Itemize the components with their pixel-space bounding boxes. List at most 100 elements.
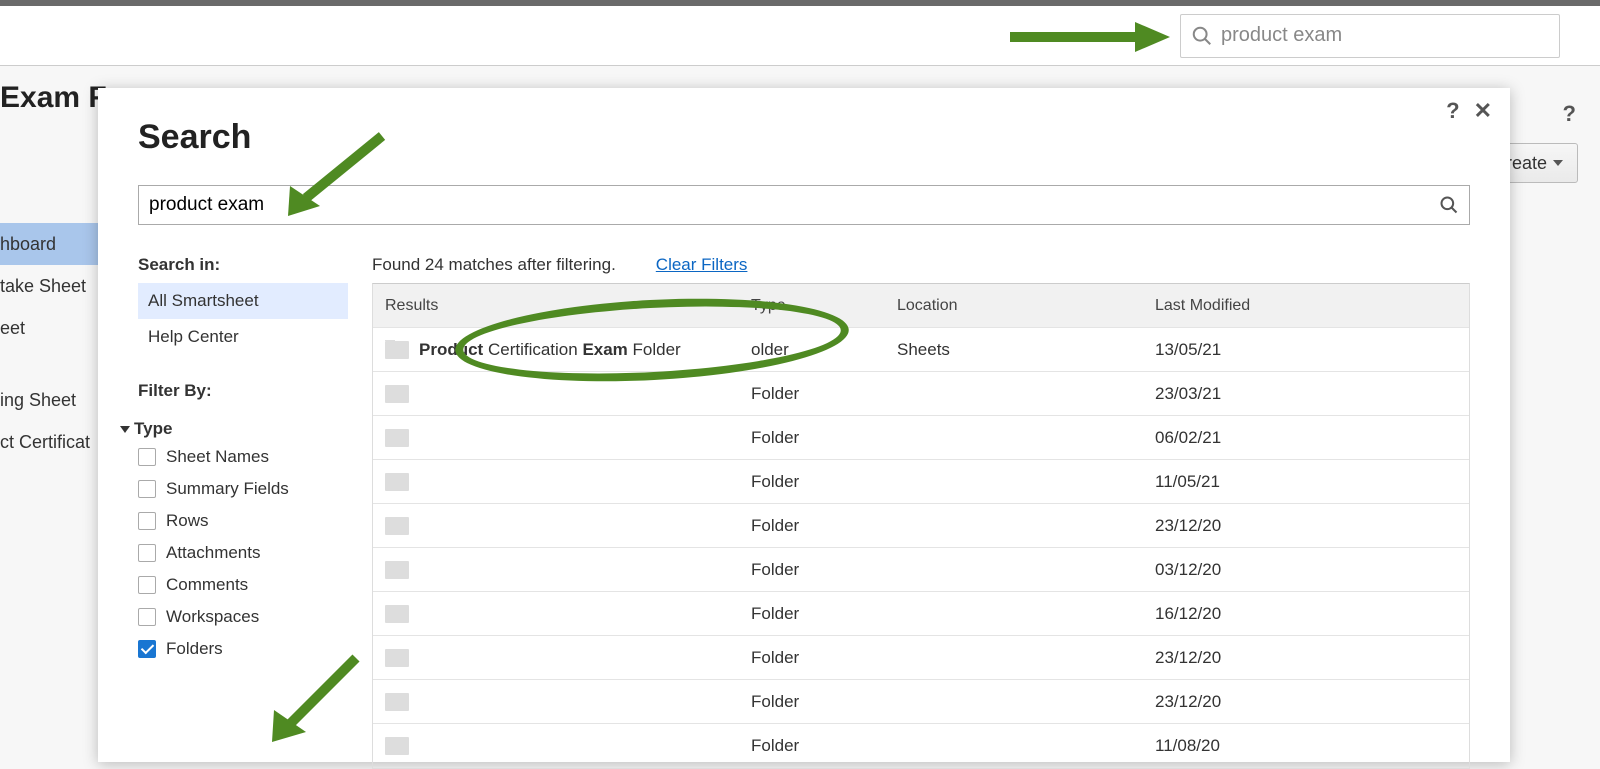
folder-icon <box>385 517 409 535</box>
result-type: Folder <box>743 516 889 536</box>
modal-search[interactable] <box>138 185 1470 225</box>
modal-help-button[interactable]: ? <box>1446 98 1459 124</box>
filter-label: Sheet Names <box>166 447 269 467</box>
folder-icon <box>385 385 409 403</box>
result-row[interactable]: Product Certification Exam Folder olderSh… <box>373 328 1469 372</box>
result-modified: 16/12/20 <box>1147 604 1449 624</box>
result-type: Folder <box>743 692 889 712</box>
result-type: Folder <box>743 428 889 448</box>
checkbox-icon <box>138 448 156 466</box>
filter-by-label: Filter By: <box>138 381 348 401</box>
result-type: Folder <box>743 560 889 580</box>
filter-label: Summary Fields <box>166 479 289 499</box>
filter-folders[interactable]: Folders <box>138 639 348 659</box>
checkbox-icon <box>138 512 156 530</box>
result-row[interactable]: Folder23/03/21 <box>373 372 1469 416</box>
filters-panel: Search in: All Smartsheet Help Center Fi… <box>138 255 348 749</box>
filter-label: Comments <box>166 575 248 595</box>
result-row[interactable]: Folder 16/12/20 <box>373 592 1469 636</box>
global-search-input[interactable] <box>1221 24 1549 47</box>
result-modified: 03/12/20 <box>1147 560 1449 580</box>
result-modified: 11/08/20 <box>1147 736 1449 756</box>
result-type: Folder <box>743 648 889 668</box>
result-modified: 23/12/20 <box>1147 516 1449 536</box>
checkbox-icon <box>138 608 156 626</box>
checkbox-icon <box>138 544 156 562</box>
sidebar-item[interactable]: eet <box>0 307 100 349</box>
folder-icon <box>385 693 409 711</box>
result-row[interactable]: Folder 23/12/20 <box>373 636 1469 680</box>
result-name: Product Certification Exam Folder <box>419 340 681 360</box>
help-button-bg[interactable]: ? <box>1563 101 1576 127</box>
search-icon <box>1439 195 1459 215</box>
result-row[interactable]: Folder 06/02/21 <box>373 416 1469 460</box>
type-filter-list: Sheet Names Summary Fields Rows Attachments… <box>138 447 348 659</box>
result-row[interactable]: Folder 03/12/20 <box>373 548 1469 592</box>
filter-label: Folders <box>166 639 223 659</box>
sidebar-item[interactable]: take Sheet <box>0 265 100 307</box>
results-panel: Found 24 matches after filtering. Clear … <box>372 255 1470 749</box>
results-header: Results Type Location Last Modified <box>373 284 1469 328</box>
filter-type-label: Type <box>134 419 172 439</box>
modal-title: Search <box>138 118 1470 157</box>
col-header-location[interactable]: Location <box>889 297 1147 315</box>
checkbox-icon <box>138 480 156 498</box>
folder-icon <box>385 341 409 359</box>
page-title-partial: Exam F <box>0 81 107 115</box>
checkbox-icon <box>138 640 156 658</box>
search-in-label: Search in: <box>138 255 348 275</box>
result-row[interactable]: Folder 11/08/20 <box>373 724 1469 768</box>
folder-icon <box>385 649 409 667</box>
result-type: older <box>743 340 889 360</box>
result-type: Folder <box>743 472 889 492</box>
result-row[interactable]: Folder 23/12/20 <box>373 504 1469 548</box>
result-modified: 23/12/20 <box>1147 692 1449 712</box>
global-search[interactable] <box>1180 14 1560 58</box>
result-modified: 06/02/21 <box>1147 428 1449 448</box>
background-sidebar: hboard take Sheet eet ing Sheet ct Certi… <box>0 223 100 463</box>
col-header-type[interactable]: Type <box>743 297 889 315</box>
filter-label: Attachments <box>166 543 261 563</box>
results-summary: Found 24 matches after filtering. <box>372 255 616 275</box>
filter-sheet-names[interactable]: Sheet Names <box>138 447 348 467</box>
scope-help-center[interactable]: Help Center <box>138 319 348 355</box>
result-row[interactable]: Folder 23/12/20 <box>373 680 1469 724</box>
folder-icon <box>385 561 409 579</box>
top-bar <box>0 6 1600 66</box>
folder-icon <box>385 429 409 447</box>
filter-type-header[interactable]: Type <box>120 419 348 439</box>
result-type: Folder <box>743 604 889 624</box>
search-icon <box>1191 25 1213 47</box>
filter-rows[interactable]: Rows <box>138 511 348 531</box>
sidebar-item[interactable]: ing Sheet <box>0 379 100 421</box>
checkbox-icon <box>138 576 156 594</box>
folder-icon <box>385 473 409 491</box>
filter-attachments[interactable]: Attachments <box>138 543 348 563</box>
result-type: Folder <box>743 736 889 756</box>
result-modified: 23/12/20 <box>1147 648 1449 668</box>
triangle-down-icon <box>120 426 130 433</box>
result-modified: 11/05/21 <box>1147 472 1449 492</box>
folder-icon <box>385 605 409 623</box>
caret-down-icon <box>1553 160 1563 166</box>
modal-close-button[interactable]: ✕ <box>1474 98 1492 124</box>
result-location: Sheets <box>889 340 1147 360</box>
search-modal: ? ✕ Search Search in: All Smartsheet Hel… <box>98 88 1510 762</box>
result-modified: 23/03/21 <box>1147 384 1449 404</box>
scope-all-smartsheet[interactable]: All Smartsheet <box>138 283 348 319</box>
filter-summary-fields[interactable]: Summary Fields <box>138 479 348 499</box>
results-table: Results Type Location Last Modified Prod… <box>372 283 1470 769</box>
col-header-modified[interactable]: Last Modified <box>1147 297 1449 315</box>
filter-label: Workspaces <box>166 607 259 627</box>
folder-icon <box>385 737 409 755</box>
modal-search-input[interactable] <box>149 194 1431 216</box>
clear-filters-link[interactable]: Clear Filters <box>656 255 748 275</box>
col-header-results[interactable]: Results <box>373 297 743 315</box>
result-row[interactable]: Folder 11/05/21 <box>373 460 1469 504</box>
filter-label: Rows <box>166 511 209 531</box>
filter-comments[interactable]: Comments <box>138 575 348 595</box>
sidebar-item[interactable]: ct Certificat <box>0 421 100 463</box>
filter-workspaces[interactable]: Workspaces <box>138 607 348 627</box>
sidebar-item[interactable]: hboard <box>0 223 100 265</box>
result-modified: 13/05/21 <box>1147 340 1449 360</box>
